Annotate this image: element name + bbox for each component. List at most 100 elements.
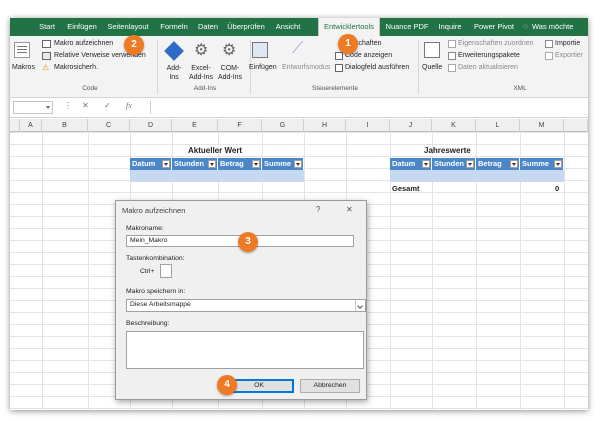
- table-header-cell[interactable]: Datum: [130, 158, 172, 170]
- macro-name-label: Makroname:: [126, 225, 164, 232]
- macro-security-button[interactable]: Makrosicherh.: [54, 64, 98, 71]
- tab-nuance-pdf[interactable]: Nuance PDF: [384, 18, 430, 36]
- callout-badge: 3: [238, 232, 258, 252]
- confirm-entry-icon[interactable]: ✓: [104, 101, 111, 110]
- macros-button[interactable]: Makros: [12, 64, 35, 71]
- current-value-title: Aktueller Wert: [188, 146, 243, 155]
- run-dialog-icon: [335, 64, 343, 72]
- tab-power-pivot[interactable]: Power Pivot: [470, 18, 518, 36]
- column-header[interactable]: D: [130, 119, 172, 132]
- import-button[interactable]: Importie: [555, 40, 580, 47]
- column-header[interactable]: [564, 119, 588, 132]
- shortcut-key-input[interactable]: [160, 264, 172, 278]
- table-header-cell[interactable]: Stunden: [432, 158, 476, 170]
- table-header-cell[interactable]: Summe: [262, 158, 304, 170]
- tab-start[interactable]: Start: [32, 18, 62, 36]
- filter-dropdown-icon[interactable]: [422, 160, 430, 168]
- column-header[interactable]: C: [88, 119, 130, 132]
- tab-einfuegen[interactable]: Einfügen: [64, 18, 100, 36]
- column-header[interactable]: G: [262, 119, 304, 132]
- addins-button[interactable]: Add-Ins: [163, 64, 185, 82]
- filter-dropdown-icon[interactable]: [554, 160, 562, 168]
- formula-input[interactable]: [150, 101, 584, 114]
- column-header[interactable]: E: [172, 119, 218, 132]
- total-value: 0: [555, 184, 560, 193]
- com-addins-button[interactable]: COM-Add-Ins: [215, 64, 245, 82]
- more-dots-icon: ⋮: [64, 101, 72, 110]
- column-header[interactable]: M: [520, 119, 564, 132]
- filter-dropdown-icon[interactable]: [510, 160, 518, 168]
- formula-bar: ⋮ ✕ ✓ fx: [10, 98, 588, 118]
- filter-dropdown-icon[interactable]: [466, 160, 474, 168]
- close-icon[interactable]: ✕: [346, 205, 353, 214]
- table-header-cell[interactable]: Betrag: [476, 158, 520, 170]
- group-separator: [157, 40, 158, 94]
- grid-line: [88, 132, 89, 410]
- filter-dropdown-icon[interactable]: [252, 160, 260, 168]
- record-macro-button[interactable]: Makro aufzeichnen: [54, 40, 113, 47]
- filter-dropdown-icon[interactable]: [162, 160, 170, 168]
- help-icon[interactable]: ?: [316, 205, 320, 214]
- import-icon: [545, 40, 553, 48]
- export-button[interactable]: Exportier: [555, 52, 583, 59]
- table-header-cell[interactable]: Betrag: [218, 158, 262, 170]
- insert-control-icon[interactable]: [252, 42, 268, 58]
- tab-ueberpruefen[interactable]: Überprüfen: [224, 18, 268, 36]
- tab-daten[interactable]: Daten: [194, 18, 222, 36]
- table-header-cell[interactable]: Stunden: [172, 158, 218, 170]
- run-dialog-button[interactable]: Dialogfeld ausführen: [345, 64, 409, 71]
- excel-window: Start Einfügen Seitenlayout Formeln Date…: [10, 18, 588, 410]
- callout-badge: 1: [338, 34, 358, 54]
- store-in-label: Makro speichern in:: [126, 288, 186, 295]
- properties-button[interactable]: schaften: [355, 40, 381, 47]
- xml-group-label: XML: [513, 85, 527, 92]
- cancel-entry-icon[interactable]: ✕: [82, 101, 89, 110]
- name-box[interactable]: [13, 101, 53, 114]
- tab-seitenlayout[interactable]: Seitenlayout: [102, 18, 154, 36]
- column-header[interactable]: K: [432, 119, 476, 132]
- tab-ansicht[interactable]: Ansicht: [270, 18, 306, 36]
- insert-function-icon[interactable]: fx: [126, 101, 132, 110]
- design-mode-button[interactable]: Entwurfsmodus: [282, 64, 330, 71]
- map-properties-button[interactable]: Eigenschaften zuordnen: [458, 40, 534, 47]
- addins-icon[interactable]: [164, 41, 184, 61]
- addins-group-label: Add-Ins: [193, 85, 217, 92]
- tab-inquire[interactable]: Inquire: [434, 18, 466, 36]
- callout-badge: 2: [124, 35, 144, 55]
- tell-me-search[interactable]: ◌ Was möchte: [522, 18, 588, 36]
- xml-source-icon[interactable]: [424, 42, 440, 58]
- table-row[interactable]: [130, 170, 304, 182]
- table-header-cell[interactable]: Summe: [520, 158, 564, 170]
- description-textarea[interactable]: [126, 331, 364, 369]
- group-separator: [418, 40, 419, 94]
- excel-addins-gear-icon[interactable]: ⚙: [194, 40, 208, 60]
- table-header-cell[interactable]: Datum: [390, 158, 432, 170]
- insert-control-button[interactable]: Einfügen: [249, 64, 277, 71]
- chevron-down-icon: [355, 300, 365, 311]
- xml-source-button[interactable]: Quelle: [422, 64, 442, 71]
- excel-addins-button[interactable]: Excel-Add-Ins: [187, 64, 215, 82]
- expansion-packs-icon: [448, 52, 456, 60]
- tab-formeln[interactable]: Formeln: [156, 18, 192, 36]
- expansion-packs-button[interactable]: Erweiterungspakete: [458, 52, 520, 59]
- column-header[interactable]: F: [218, 119, 262, 132]
- macros-icon[interactable]: [14, 42, 30, 58]
- table-row[interactable]: [390, 170, 564, 182]
- column-header[interactable]: A: [20, 119, 42, 132]
- column-header[interactable]: J: [390, 119, 432, 132]
- cancel-button[interactable]: Abbrechen: [300, 379, 360, 393]
- filter-dropdown-icon[interactable]: [294, 160, 302, 168]
- refresh-data-icon: [448, 64, 456, 72]
- refresh-data-button[interactable]: Daten aktualisieren: [458, 64, 518, 71]
- warning-icon: ⚠: [42, 63, 50, 72]
- store-in-select[interactable]: Diese Arbeitsmappe: [126, 299, 366, 312]
- column-header[interactable]: L: [476, 119, 520, 132]
- column-header[interactable]: I: [346, 119, 390, 132]
- yearly-values-title: Jahreswerte: [424, 146, 471, 155]
- filter-dropdown-icon[interactable]: [208, 160, 216, 168]
- ctrl-label: Ctrl+: [140, 268, 155, 275]
- column-header[interactable]: H: [304, 119, 346, 132]
- column-header[interactable]: B: [42, 119, 88, 132]
- com-addins-gear-icon[interactable]: ⚙: [222, 40, 236, 60]
- select-all-corner[interactable]: [10, 119, 20, 132]
